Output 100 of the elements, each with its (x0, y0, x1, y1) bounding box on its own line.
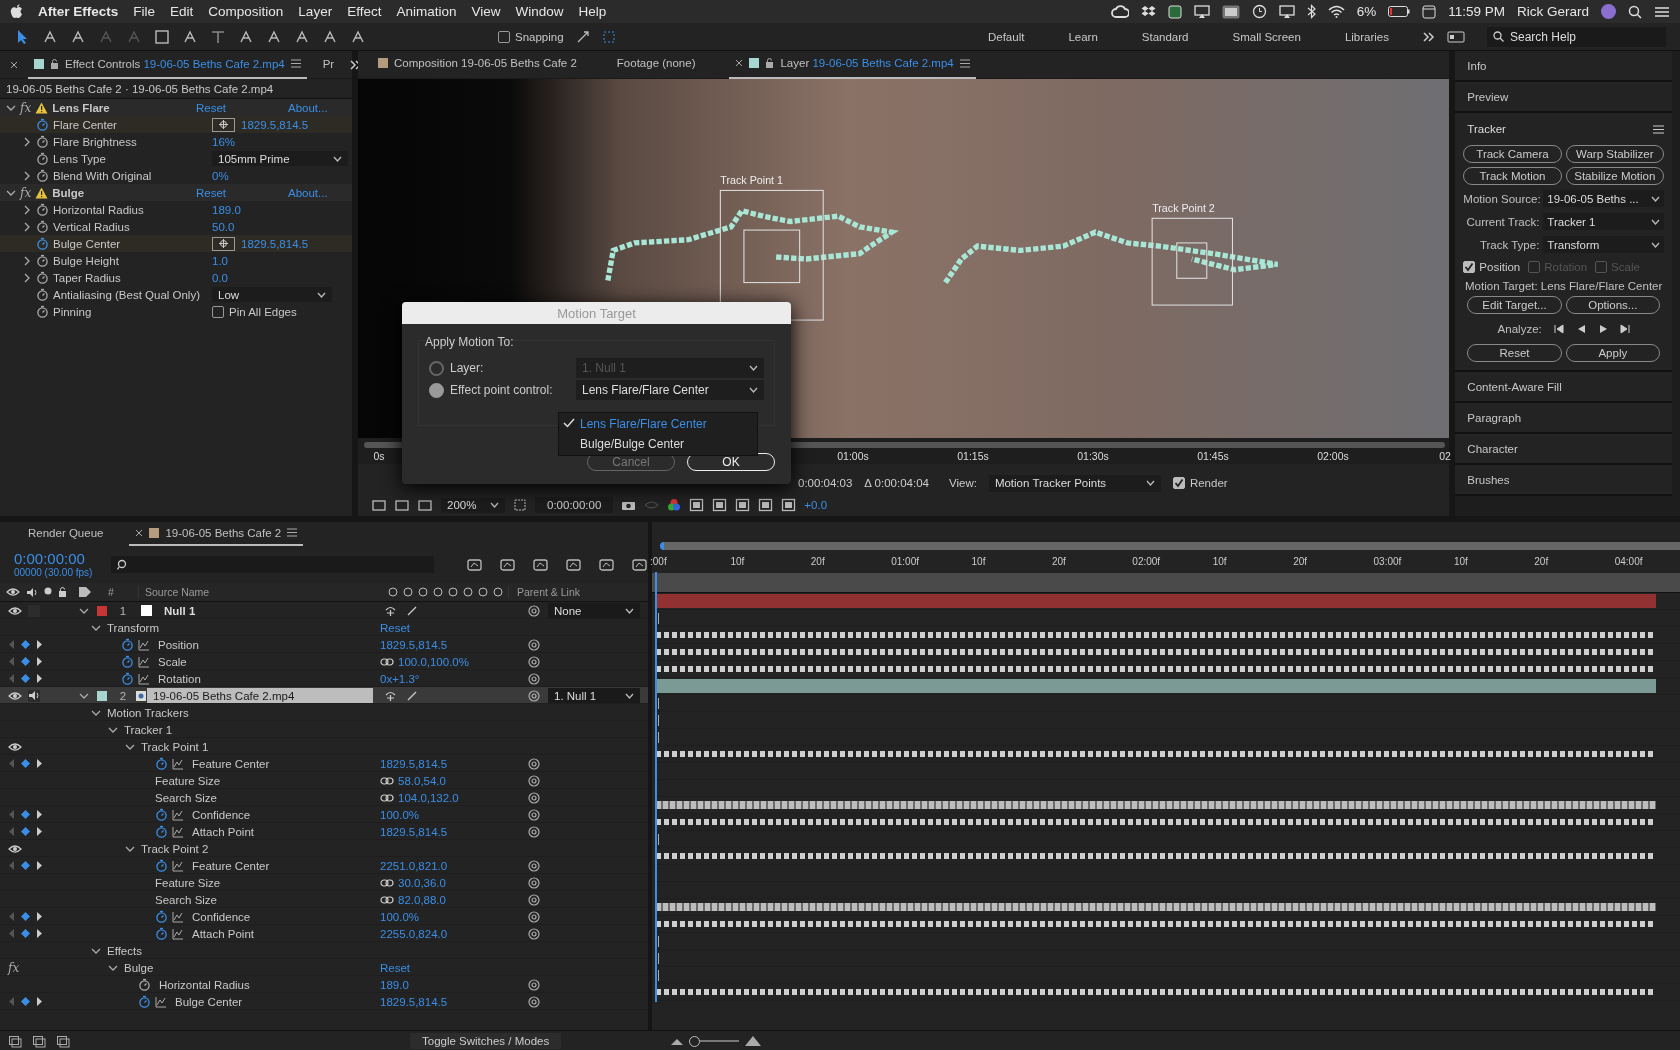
chevron-icon[interactable] (22, 170, 32, 181)
keyframe-track[interactable] (656, 989, 1656, 995)
parent-dropdown[interactable]: None (548, 603, 640, 618)
property-group[interactable]: Tracker 1 (124, 723, 173, 736)
crosshair-button[interactable] (212, 117, 235, 132)
analyze-forward-icon[interactable] (1619, 324, 1630, 334)
dropdown[interactable]: 19-06-05 Beths ... (1543, 190, 1664, 207)
pick-whip-icon[interactable] (528, 978, 540, 991)
keyframe-track[interactable] (656, 819, 1656, 825)
property-value[interactable]: 100.0% (380, 910, 419, 923)
property-value[interactable]: 30.0,36.0 (398, 876, 446, 889)
menu-icon[interactable] (290, 59, 301, 68)
airplay-icon[interactable] (1193, 4, 1210, 19)
battery-icon[interactable] (1388, 6, 1411, 17)
pick-whip-icon[interactable] (528, 927, 540, 940)
color-channels-icon[interactable] (667, 498, 682, 512)
crosshair-button[interactable] (212, 236, 235, 251)
keyframe-track[interactable] (656, 853, 1656, 859)
stopwatch-icon[interactable] (155, 927, 168, 940)
link-icon[interactable] (380, 657, 394, 666)
property-value[interactable]: 100.0,100.0% (398, 655, 469, 668)
step-forward-icon[interactable] (1597, 324, 1608, 334)
menu-item[interactable]: View (471, 4, 501, 19)
project-tab[interactable]: Pr (316, 50, 341, 79)
stopwatch-icon[interactable] (121, 655, 134, 668)
radio-button[interactable] (429, 382, 444, 398)
view-dropdown[interactable]: Motion Tracker Points (988, 474, 1161, 492)
next-keyframe-icon[interactable] (36, 997, 43, 1006)
property-value[interactable]: 0.0 (212, 271, 228, 284)
property-value[interactable]: 0% (212, 169, 229, 182)
pick-whip-icon[interactable] (528, 757, 540, 770)
bluetooth-icon[interactable] (1306, 4, 1316, 19)
property-group[interactable]: Effects (107, 944, 142, 957)
pick-whip-icon[interactable] (528, 859, 540, 872)
property-value[interactable]: 104.0,132.0 (398, 791, 459, 804)
region-icon[interactable] (513, 498, 527, 512)
reset-link[interactable]: Reset (380, 621, 528, 634)
close-icon[interactable] (10, 60, 18, 69)
pick-whip-icon[interactable] (528, 774, 540, 787)
keyframe-icon[interactable] (21, 759, 30, 768)
panel-header[interactable]: Content-Aware Fill (1467, 380, 1562, 393)
menu-item[interactable]: File (133, 4, 156, 19)
workspace-tab[interactable]: Libraries (1322, 30, 1411, 43)
keyframe-track[interactable] (656, 801, 1656, 809)
menu-item[interactable]: Edit (170, 4, 194, 19)
property-value[interactable]: 2251.0,821.0 (380, 859, 448, 872)
effect-name[interactable]: Lens Flare (52, 101, 110, 114)
keyframe-track[interactable] (656, 632, 1656, 638)
timeline-tab[interactable]: Render Queue (22, 521, 110, 546)
keyframe-track[interactable] (656, 921, 1656, 927)
stopwatch-icon[interactable] (36, 152, 49, 165)
property-group[interactable]: Track Point 1 (141, 740, 209, 753)
stopwatch-icon[interactable] (138, 995, 151, 1008)
column-header[interactable]: Parent & Link (508, 586, 581, 598)
layer-name[interactable]: Null 1 (158, 603, 202, 618)
label-color-swatch[interactable] (97, 690, 107, 701)
stopwatch-icon[interactable] (121, 638, 134, 651)
timecode-field[interactable]: 0:00:00:00 (535, 497, 614, 513)
dropdown[interactable]: Tracker 1 (1543, 213, 1664, 230)
reset-link[interactable]: Reset (196, 101, 288, 114)
stopwatch-icon[interactable] (121, 672, 134, 685)
keyframe-icon[interactable] (21, 861, 30, 870)
panel-header[interactable]: Tracker (1467, 123, 1506, 135)
about-link[interactable]: About... (288, 186, 328, 199)
reset-link[interactable]: Reset (380, 961, 528, 974)
stopwatch-icon[interactable] (36, 271, 49, 284)
dropdown[interactable]: Low (212, 287, 332, 302)
property-group[interactable]: Transform (107, 621, 159, 634)
label-tag-icon[interactable] (78, 586, 92, 598)
next-keyframe-icon[interactable] (36, 861, 43, 870)
avatar[interactable] (1601, 4, 1616, 19)
more-chevrons-icon[interactable] (1423, 31, 1435, 42)
timeline-tab[interactable]: 19-06-05 Beths Cafe 2 (129, 521, 304, 546)
calendar-icon[interactable] (1422, 4, 1437, 19)
app-status-icon[interactable] (1167, 4, 1182, 19)
tracker-box[interactable] (1151, 217, 1234, 306)
current-timecode[interactable]: 0:00:00:00 (14, 550, 97, 567)
stopwatch-icon[interactable] (36, 288, 49, 301)
menu-item[interactable]: Effect (347, 4, 382, 19)
menu-item[interactable]: Layer (298, 4, 333, 19)
search-field[interactable] (110, 555, 434, 573)
zoom-in-icon[interactable] (745, 1036, 762, 1046)
apple-logo-icon[interactable] (10, 4, 23, 19)
menu-item[interactable]: Animation (396, 4, 457, 19)
dropdown[interactable]: 105mm Prime (212, 151, 348, 166)
dropdown[interactable]: Lens Flare/Flare Center (576, 380, 764, 400)
stopwatch-icon[interactable] (155, 808, 168, 821)
rectangle-icon[interactable] (154, 28, 170, 45)
camera-icon[interactable] (621, 499, 637, 511)
dropdown[interactable]: Transform (1543, 236, 1664, 253)
column-header[interactable]: # (108, 586, 138, 598)
menu-icon[interactable] (959, 58, 970, 68)
pick-whip-icon[interactable] (528, 672, 540, 685)
panel-header[interactable]: Preview (1467, 90, 1509, 103)
history-clock-icon[interactable] (1251, 4, 1267, 19)
stopwatch-icon[interactable] (155, 757, 168, 770)
workspace-menu-icon[interactable] (1447, 30, 1465, 43)
pick-whip-icon[interactable] (528, 995, 540, 1008)
effect-name[interactable]: Bulge (52, 186, 85, 199)
link-icon[interactable] (380, 776, 394, 785)
